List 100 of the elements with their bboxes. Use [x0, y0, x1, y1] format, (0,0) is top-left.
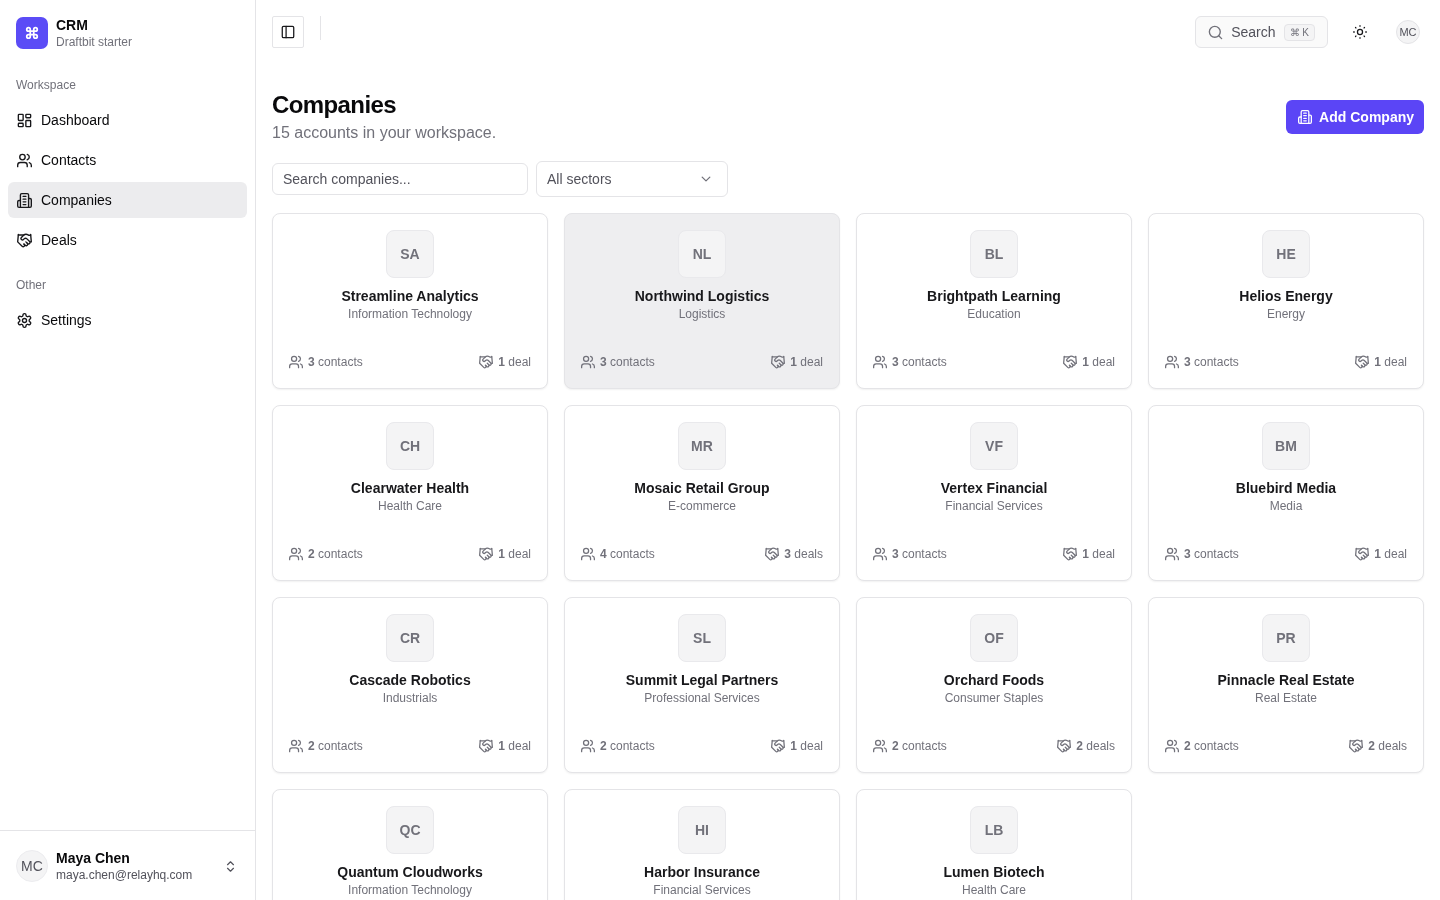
company-card[interactable]: CR Cascade Robotics Industrials 2 contacts 1 deal [272, 597, 548, 773]
company-sector: Health Care [378, 498, 442, 514]
company-card[interactable]: NL Northwind Logistics Logistics 3 contacts 1 deal [564, 213, 840, 389]
initials-avatar: BM [1262, 422, 1310, 470]
users-icon [581, 547, 595, 561]
sidebar-toggle-button[interactable] [272, 16, 304, 48]
user-avatar: MC [16, 850, 48, 882]
company-sector: Financial Services [653, 882, 751, 898]
contact-count: 3 contacts [600, 354, 655, 371]
search-icon [1208, 24, 1224, 40]
deal-count: 1 deal [790, 738, 823, 755]
contact-count: 3 contacts [308, 354, 363, 371]
company-card[interactable]: VF Vertex Financial Financial Services 3 contacts 1 deal [856, 405, 1132, 581]
deal-count: 1 deal [498, 354, 531, 371]
users-icon [1165, 355, 1179, 369]
sector-select[interactable]: All sectors [536, 161, 728, 197]
user-name: Maya Chen [56, 849, 131, 867]
dashboard-icon [17, 112, 32, 128]
company-card[interactable]: QC Quantum Cloudworks Information Technology [272, 789, 548, 900]
users-icon [289, 739, 303, 753]
users-icon [873, 547, 887, 561]
company-name: Summit Legal Partners [625, 671, 779, 690]
users-icon [581, 355, 595, 369]
company-name: Bluebird Media [1235, 479, 1337, 498]
initials-avatar: BL [970, 230, 1018, 278]
handshake-icon [1063, 355, 1078, 369]
initials-avatar: MR [678, 422, 726, 470]
handshake-icon [1355, 355, 1370, 369]
company-card[interactable]: SL Summit Legal Partners Professional Services 2 contacts 1 deal [564, 597, 840, 773]
company-sector: Energy [1267, 306, 1305, 322]
contact-count: 2 contacts [308, 738, 363, 755]
company-card[interactable]: HE Helios Energy Energy 3 contacts 1 deal [1148, 213, 1424, 389]
section-label: Other [15, 277, 47, 293]
deal-count: 1 deal [498, 738, 531, 755]
company-sector: Information Technology [348, 306, 472, 322]
company-sector: Education [967, 306, 1021, 322]
building-icon [1298, 110, 1313, 124]
company-sector: Industrials [382, 690, 438, 706]
initials-avatar: PR [1262, 614, 1310, 662]
company-name: Vertex Financial [940, 479, 1048, 498]
company-sector: Professional Services [644, 690, 760, 706]
users-icon [873, 355, 887, 369]
company-name: Helios Energy [1239, 287, 1333, 306]
contact-count: 2 contacts [1184, 738, 1239, 755]
deal-count: 1 deal [1374, 546, 1407, 563]
initials-avatar: CH [386, 422, 434, 470]
company-sector: Logistics [678, 306, 726, 322]
page-title: Companies [272, 90, 397, 120]
contact-count: 3 contacts [1184, 546, 1239, 563]
company-sector: Real Estate [1254, 690, 1317, 706]
initials-avatar: VF [970, 422, 1018, 470]
company-name: Quantum Cloudworks [337, 863, 483, 882]
sidebar-panel-icon [281, 25, 295, 39]
search-button[interactable]: Search ⌘ K [1195, 16, 1328, 48]
contact-count: 2 contacts [892, 738, 947, 755]
handshake-icon [479, 547, 494, 561]
deal-count: 1 deal [1082, 354, 1115, 371]
company-card[interactable]: SA Streamline Analytics Information Technology 3 contacts 1 deal [272, 213, 548, 389]
deal-count: 3 deals [784, 546, 823, 563]
initials-avatar: SA [386, 230, 434, 278]
deal-count: 2 deals [1076, 738, 1115, 755]
deal-count: 2 deals [1368, 738, 1407, 755]
initials-avatar: HE [1262, 230, 1310, 278]
command-logo-icon [16, 17, 48, 49]
handshake-icon [1063, 547, 1078, 561]
nav-item[interactable]: Companies [8, 182, 247, 218]
chevrons-up-down-icon[interactable] [224, 859, 237, 873]
company-name: Northwind Logistics [634, 287, 770, 306]
sun-icon[interactable] [1353, 25, 1367, 39]
users-icon [1165, 547, 1179, 561]
contact-count: 3 contacts [1184, 354, 1239, 371]
handshake-icon [1355, 547, 1370, 561]
company-card[interactable]: OF Orchard Foods Consumer Staples 2 contacts 2 deals [856, 597, 1132, 773]
initials-avatar: CR [386, 614, 434, 662]
handshake-icon [1349, 739, 1364, 753]
add-company-button[interactable]: Add Company [1286, 100, 1424, 134]
initials-avatar: QC [386, 806, 434, 854]
company-card[interactable]: BM Bluebird Media Media 3 contacts 1 deal [1148, 405, 1424, 581]
company-name: Pinnacle Real Estate [1217, 671, 1355, 690]
company-card[interactable]: HI Harbor Insurance Financial Services [564, 789, 840, 900]
handshake-icon [479, 355, 494, 369]
user-avatar[interactable]: MC [1396, 20, 1420, 44]
deal-count: 1 deal [1082, 546, 1115, 563]
company-card[interactable]: PR Pinnacle Real Estate Real Estate 2 contacts 2 deals [1148, 597, 1424, 773]
company-card[interactable]: LB Lumen Biotech Health Care [856, 789, 1132, 900]
users-icon [17, 152, 32, 168]
building-icon [17, 192, 32, 208]
company-sector: Financial Services [945, 498, 1043, 514]
company-card[interactable]: MR Mosaic Retail Group E-commerce 4 contacts 3 deals [564, 405, 840, 581]
company-sector: E-commerce [668, 498, 736, 514]
company-card[interactable]: CH Clearwater Health Health Care 2 contacts 1 deal [272, 405, 548, 581]
handshake-icon [1057, 739, 1072, 753]
users-icon [873, 739, 887, 753]
company-sector: Information Technology [348, 882, 472, 898]
company-sector: Media [1269, 498, 1303, 514]
company-card[interactable]: BL Brightpath Learning Education 3 contacts 1 deal [856, 213, 1132, 389]
users-icon [289, 355, 303, 369]
company-name: Mosaic Retail Group [634, 479, 770, 498]
company-name: Lumen Biotech [943, 863, 1045, 882]
search-field[interactable]: Search companies... [272, 163, 528, 195]
